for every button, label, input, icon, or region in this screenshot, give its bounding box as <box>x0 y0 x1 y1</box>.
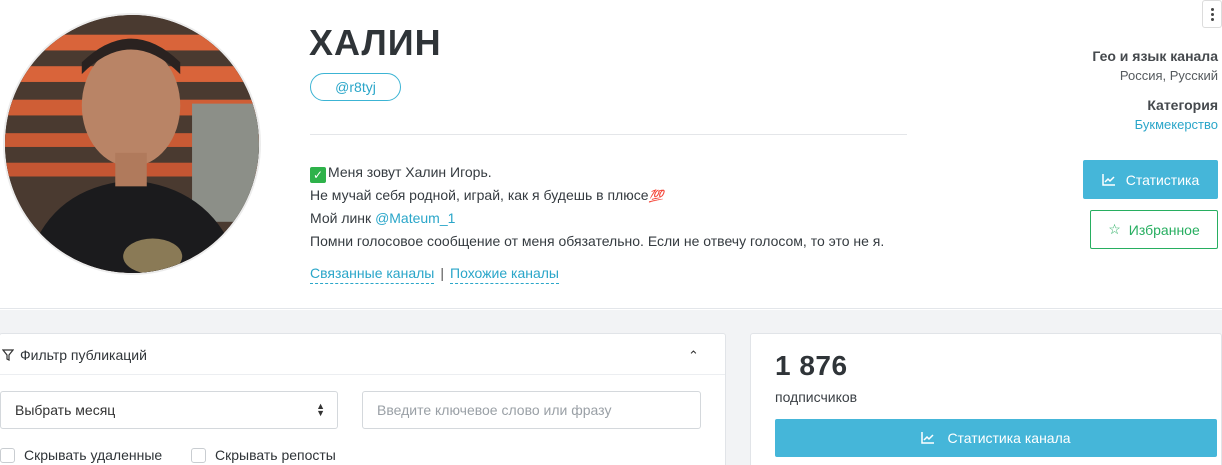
similar-channels-link[interactable]: Похожие каналы <box>450 265 559 284</box>
channel-statistics-button[interactable]: Статистика канала <box>775 419 1217 457</box>
channel-handle-button[interactable]: @r8tyj <box>310 73 401 101</box>
header-divider <box>310 134 907 135</box>
channel-links: Связанные каналы | Похожие каналы <box>310 265 559 284</box>
checkbox-box[interactable] <box>0 447 15 463</box>
month-select[interactable]: Выбрать месяц ▲ ▼ <box>0 391 338 429</box>
description-line: Не мучай себя родной, играй, как я будеш… <box>310 184 884 208</box>
channel-title: ХАЛИН <box>309 22 442 63</box>
links-separator: | <box>440 265 444 281</box>
category-value-link[interactable]: Букмекерство <box>1092 117 1218 132</box>
hide-deleted-checkbox[interactable]: Скрывать удаленные <box>0 447 162 463</box>
statistics-button[interactable]: Статистика <box>1083 160 1218 199</box>
subscriber-count: 1 876 <box>775 350 848 381</box>
filter-divider <box>0 374 725 375</box>
white-check-mark-icon: ✓ <box>310 167 326 183</box>
select-arrows-icon: ▲ ▼ <box>316 401 325 418</box>
avatar-photo <box>5 15 259 273</box>
mention-link[interactable]: @Mateum_1 <box>375 210 455 226</box>
vertical-dots-icon[interactable] <box>1202 0 1222 28</box>
subscriber-label: подписчиков <box>775 389 858 405</box>
description-line: Помни голосовое сообщение от меня обязат… <box>310 232 885 249</box>
channel-side-info: Гео и язык канала Россия, Русский Катего… <box>1092 48 1218 132</box>
geo-label: Гео и язык канала <box>1092 48 1218 64</box>
channel-avatar <box>3 13 261 275</box>
geo-value: Россия, Русский <box>1119 68 1218 83</box>
chart-line-icon <box>1101 173 1115 186</box>
checkbox-box[interactable] <box>191 447 206 463</box>
star-outline-icon: ☆ <box>1108 221 1121 237</box>
filter-header[interactable]: Фильтр публикаций <box>2 347 147 363</box>
category-label: Категория <box>1147 97 1218 113</box>
channel-header: ХАЛИН @r8tyj ✓ Меня зовут Халин Игорь. Не… <box>0 0 1222 309</box>
description-line: ✓ Меня зовут Халин Игорь. <box>310 161 884 184</box>
chart-line-icon <box>921 432 935 444</box>
chevron-up-icon[interactable]: ⌃ <box>688 348 699 364</box>
hundred-points-icon: 💯 <box>648 188 664 203</box>
hide-reposts-checkbox[interactable]: Скрывать репосты <box>191 447 336 463</box>
related-channels-link[interactable]: Связанные каналы <box>310 265 435 284</box>
favorite-button[interactable]: ☆ Избранное <box>1090 210 1218 249</box>
description-line: Мой линк @Mateum_1 <box>310 210 456 226</box>
keyword-search-input[interactable] <box>362 391 701 429</box>
funnel-icon <box>2 349 14 361</box>
channel-description: ✓ Меня зовут Халин Игорь. Не мучай себя р… <box>310 161 884 252</box>
